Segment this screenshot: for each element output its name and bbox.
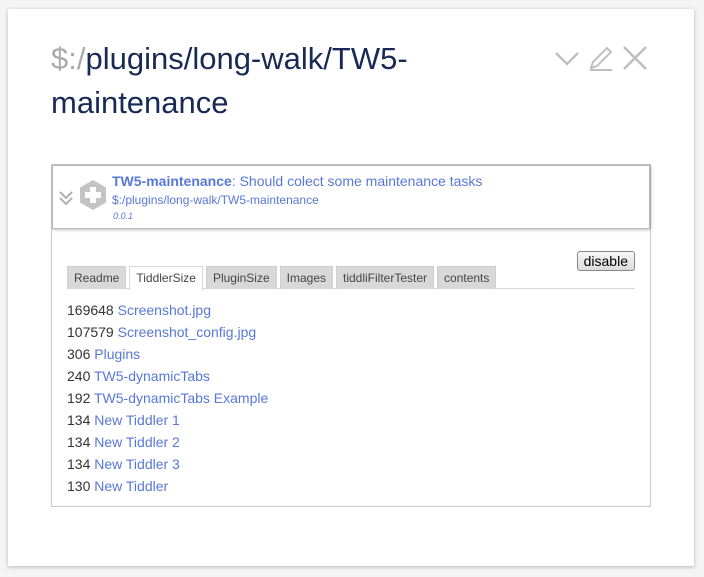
tiddler-frame: $:/plugins/long-walk/TW5-maintenance TW5…: [8, 9, 694, 566]
list-item: 192 TW5-dynamicTabs Example: [67, 387, 268, 409]
size-value: 107579: [67, 324, 114, 340]
tiddler-link[interactable]: TW5-dynamicTabs: [94, 368, 210, 384]
plugin-header[interactable]: TW5-maintenance: Should colect some main…: [52, 165, 650, 229]
list-item: 306 Plugins: [67, 343, 268, 365]
list-item: 134 New Tiddler 3: [67, 453, 268, 475]
size-value: 134: [67, 434, 91, 450]
tab-pluginsize[interactable]: PluginSize: [205, 266, 277, 289]
size-value: 306: [67, 346, 91, 362]
size-value: 134: [67, 456, 91, 472]
tiddler-link[interactable]: New Tiddler 1: [94, 412, 180, 428]
list-item: 169648 Screenshot.jpg: [67, 299, 268, 321]
tab-images[interactable]: Images: [279, 266, 333, 289]
plugin-name[interactable]: TW5-maintenance: [112, 173, 232, 189]
close-icon[interactable]: [622, 45, 648, 71]
tiddler-link[interactable]: New Tiddler 3: [94, 456, 180, 472]
list-item: 134 New Tiddler 2: [67, 431, 268, 453]
tab-contents[interactable]: contents: [437, 266, 497, 289]
tab-tiddlifiltertester[interactable]: tiddliFilterTester: [336, 266, 435, 289]
size-value: 240: [67, 368, 91, 384]
plugin-path[interactable]: $:/plugins/long-walk/TW5-maintenance: [112, 193, 319, 207]
tiddler-link[interactable]: New Tiddler 2: [94, 434, 180, 450]
tiddler-controls: [554, 45, 648, 71]
plugin-panel: TW5-maintenance: Should colect some main…: [51, 164, 651, 507]
tiddler-size-list: 169648 Screenshot.jpg 107579 Screenshot_c…: [67, 299, 268, 497]
tiddler-link[interactable]: Screenshot.jpg: [118, 302, 211, 318]
list-item: 240 TW5-dynamicTabs: [67, 365, 268, 387]
tiddler-link[interactable]: TW5-dynamicTabs Example: [94, 390, 268, 406]
list-item: 107579 Screenshot_config.jpg: [67, 321, 268, 343]
plugin-title: TW5-maintenance: Should colect some main…: [112, 173, 482, 189]
plugin-icon: [79, 179, 107, 211]
size-value: 130: [67, 478, 91, 494]
pencil-icon[interactable]: [588, 45, 614, 71]
title-text: plugins/long-walk/TW5-maintenance: [51, 41, 408, 120]
plugin-description: : Should colect some maintenance tasks: [231, 173, 483, 189]
list-item: 130 New Tiddler: [67, 475, 268, 497]
tiddler-link[interactable]: Screenshot_config.jpg: [118, 324, 257, 340]
chevron-down-icon[interactable]: [554, 45, 580, 71]
tab-tiddlersize[interactable]: TiddlerSize: [129, 266, 203, 290]
list-item: 134 New Tiddler 1: [67, 409, 268, 431]
title-prefix: $:/: [51, 41, 86, 76]
tiddler-link[interactable]: Plugins: [94, 346, 140, 362]
tiddler-title: $:/plugins/long-walk/TW5-maintenance: [51, 37, 521, 125]
size-value: 134: [67, 412, 91, 428]
plugin-version: 0.0.1: [113, 211, 134, 221]
size-value: 169648: [67, 302, 114, 318]
size-value: 192: [67, 390, 91, 406]
double-chevron-down-icon[interactable]: [58, 188, 74, 208]
tiddler-link[interactable]: New Tiddler: [94, 478, 168, 494]
tab-readme[interactable]: Readme: [67, 266, 127, 289]
plugin-tabs: Readme TiddlerSize PluginSize Images tiddliF…: [67, 266, 635, 290]
